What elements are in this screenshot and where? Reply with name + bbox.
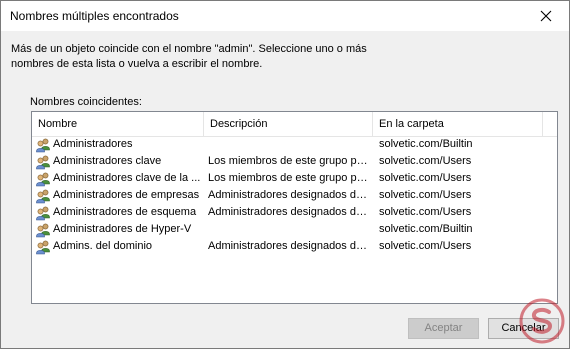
row-name-cell: Administradores de esquema [35, 204, 203, 221]
user-group-icon [35, 188, 51, 204]
row-description: Administradores designados de ... [208, 189, 370, 201]
row-name-cell: Administradores de empresas [35, 187, 203, 204]
list-row[interactable]: Administradores solvetic.com/Builtin [32, 136, 557, 153]
list-row[interactable]: Administradores clave Los miembros de est… [32, 153, 557, 170]
row-name-cell: Administradores de Hyper-V [35, 221, 203, 238]
row-description: Los miembros de este grupo pu... [208, 155, 370, 167]
row-folder: solvetic.com/Users [379, 240, 472, 252]
row-description: Los miembros de este grupo pu... [208, 172, 370, 184]
list-row[interactable]: Administradores clave de la ... Los miemb… [32, 170, 557, 187]
message-line-1: Más de un objeto coincide con el nombre … [11, 43, 367, 55]
row-name: Admins. del dominio [53, 240, 153, 252]
matching-names-list[interactable]: Nombre Descripción En la carpeta Adminis… [31, 111, 558, 304]
row-name-cell: Administradores [35, 136, 203, 153]
row-name: Administradores de Hyper-V [53, 223, 192, 235]
column-header-name[interactable]: Nombre [32, 112, 204, 136]
row-name: Administradores de esquema [53, 206, 197, 218]
close-icon [540, 10, 552, 22]
row-description: Administradores designados del... [208, 206, 370, 218]
row-folder: solvetic.com/Builtin [379, 223, 473, 235]
matching-names-label: Nombres coincidentes: [30, 96, 142, 108]
row-folder: solvetic.com/Users [379, 189, 472, 201]
row-folder: solvetic.com/Users [379, 172, 472, 184]
message-line-2: nombres de esta lista o vuelva a escribi… [11, 58, 263, 70]
column-header-description[interactable]: Descripción [204, 112, 373, 136]
title-bar: Nombres múltiples encontrados [1, 1, 569, 31]
user-group-icon [35, 222, 51, 238]
user-group-icon [35, 137, 51, 153]
dialog-window: Nombres múltiples encontrados Más de un … [0, 0, 570, 349]
list-row[interactable]: Administradores de Hyper-V solvetic.com/B… [32, 221, 557, 238]
user-group-icon [35, 239, 51, 255]
row-folder: solvetic.com/Users [379, 206, 472, 218]
row-name: Administradores clave de la ... [53, 172, 201, 184]
user-group-icon [35, 171, 51, 187]
close-button[interactable] [523, 1, 569, 31]
list-header: Nombre Descripción En la carpeta [32, 112, 557, 137]
solvetic-logo-watermark [519, 298, 565, 344]
row-description: Administradores designados del... [208, 240, 370, 252]
list-row[interactable]: Admins. del dominio Administradores desig… [32, 238, 557, 255]
row-name-cell: Administradores clave [35, 153, 203, 170]
row-name: Administradores [53, 138, 133, 150]
list-row[interactable]: Administradores de empresas Administrador… [32, 187, 557, 204]
row-name: Administradores clave [53, 155, 162, 167]
row-folder: solvetic.com/Builtin [379, 138, 473, 150]
accept-button[interactable]: Aceptar [408, 318, 479, 339]
row-name: Administradores de empresas [53, 189, 200, 201]
column-header-folder[interactable]: En la carpeta [373, 112, 543, 136]
list-row[interactable]: Administradores de esquema Administradore… [32, 204, 557, 221]
row-name-cell: Admins. del dominio [35, 238, 203, 255]
message-text: Más de un objeto coincide con el nombre … [11, 42, 531, 72]
row-folder: solvetic.com/Users [379, 155, 472, 167]
list-rows: Administradores solvetic.com/Builtin Admin… [32, 136, 557, 255]
window-title: Nombres múltiples encontrados [10, 9, 179, 23]
user-group-icon [35, 205, 51, 221]
row-name-cell: Administradores clave de la ... [35, 170, 203, 187]
user-group-icon [35, 154, 51, 170]
